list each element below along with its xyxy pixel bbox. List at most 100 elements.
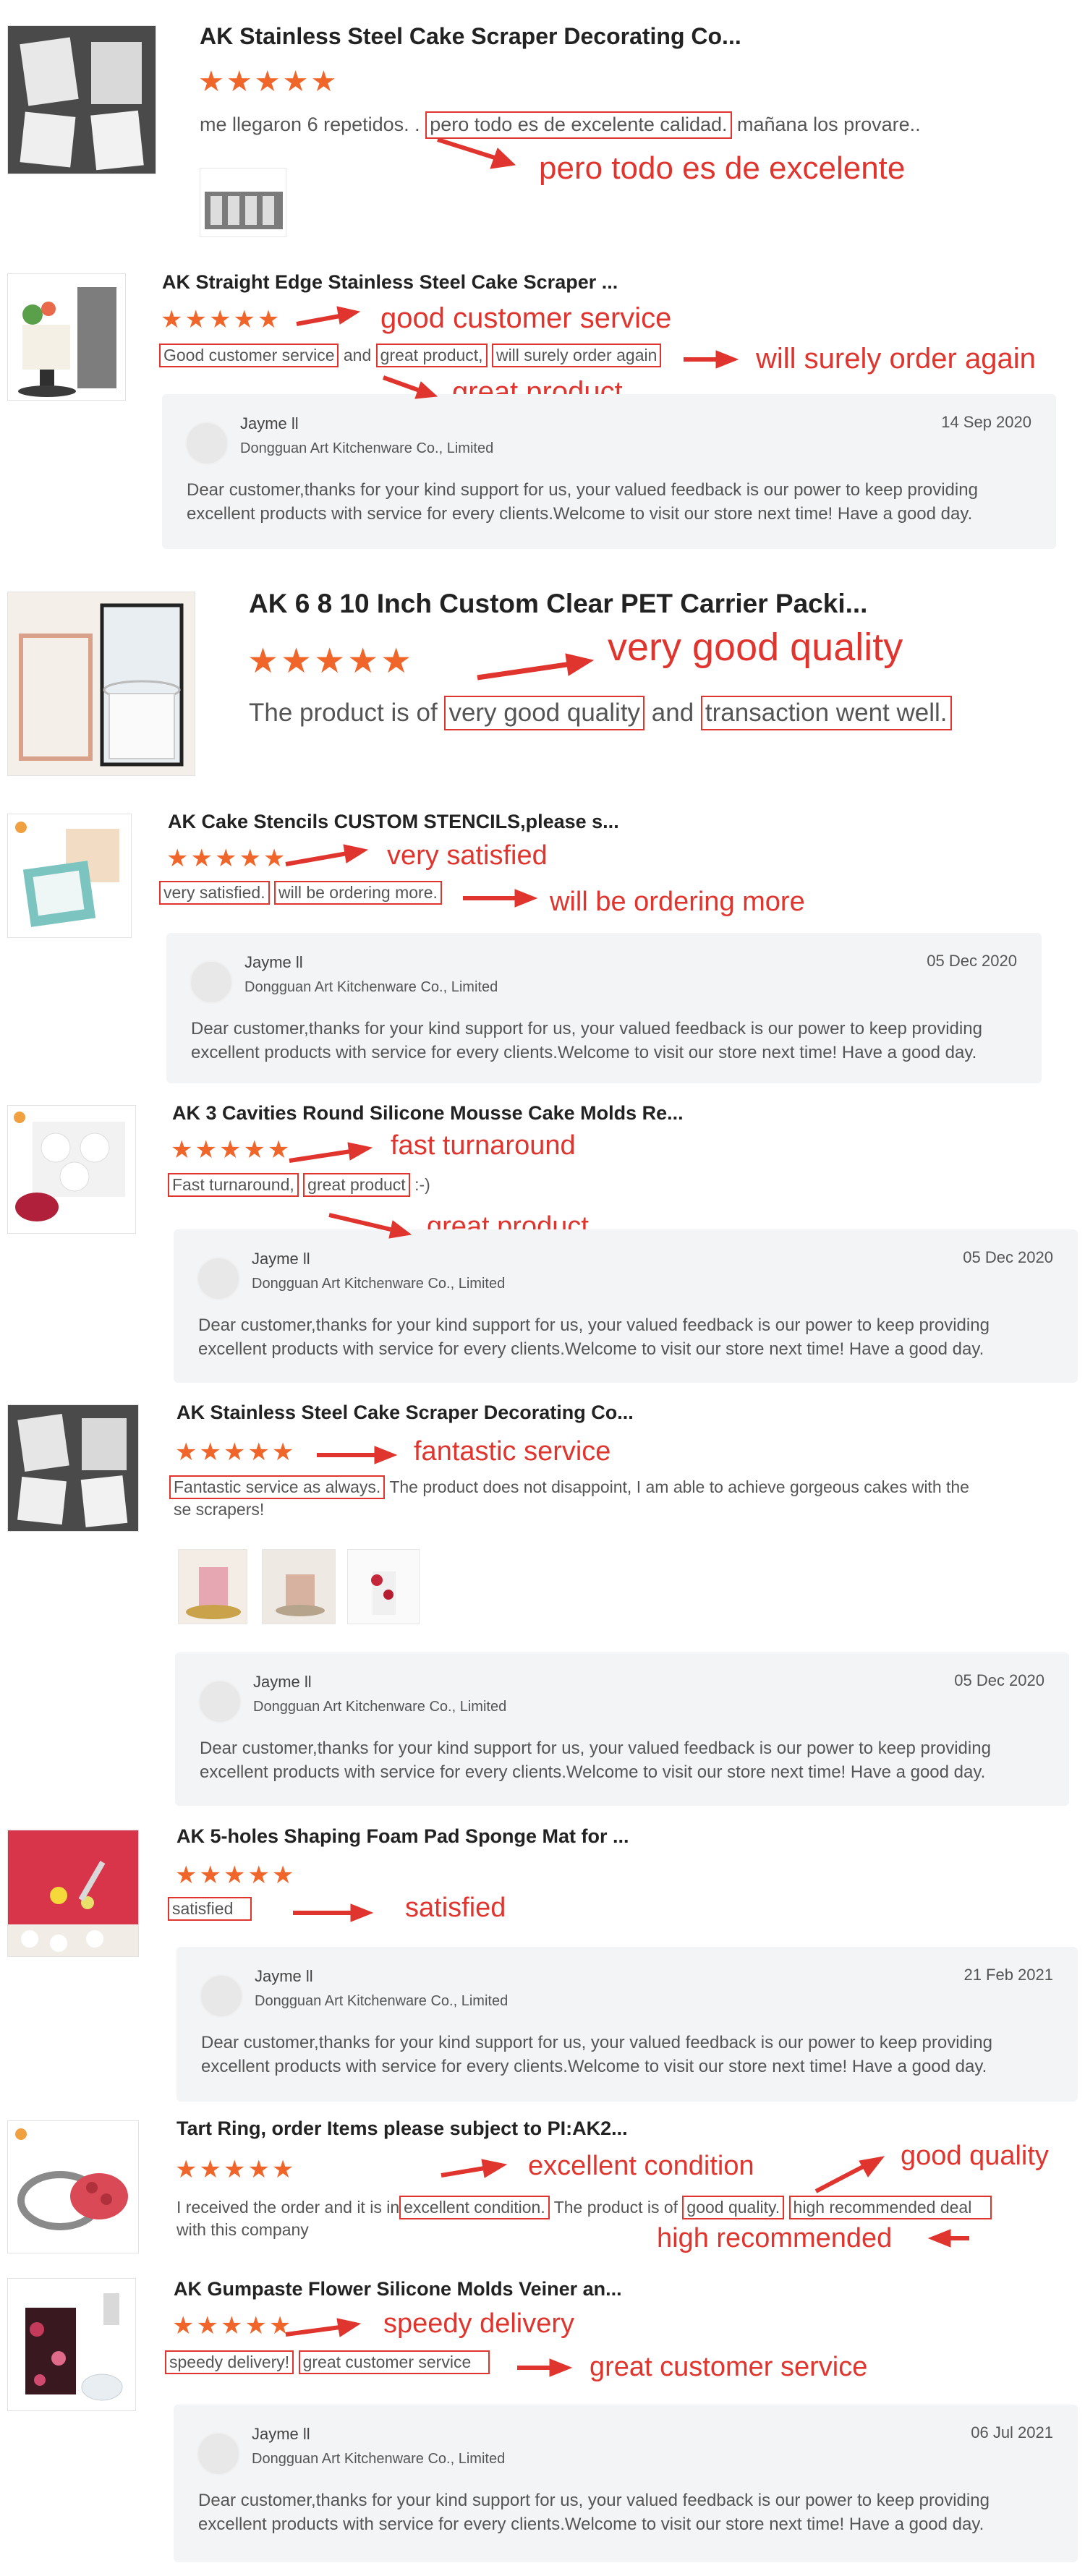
review-text-part: The product does not disappoint, I am ab… <box>389 1477 969 1496</box>
annotation-label: pero todo es de excelente <box>539 150 906 186</box>
product-thumbnail[interactable] <box>7 592 195 776</box>
review-photo[interactable] <box>262 1549 336 1624</box>
review-text: me llegaron 6 repetidos. . pero todo es … <box>200 111 921 139</box>
reply-date: 05 Dec 2020 <box>954 1671 1044 1689</box>
arrow-icon <box>477 653 595 681</box>
reply-text: Dear customer,thanks for your kind suppo… <box>198 1315 990 1359</box>
highlight-box: Fantastic service as always. <box>169 1475 386 1499</box>
foam-pad-image <box>8 1830 138 1956</box>
scraper-photo <box>200 169 286 236</box>
arrow-icon <box>285 844 369 866</box>
arrow-icon <box>296 306 361 326</box>
rating-stars: ★★★★★ <box>247 642 414 681</box>
reply-company: Dongguan Art Kitchenware Co., Limited <box>253 1699 507 1715</box>
review-text: satisfied <box>168 1897 252 1921</box>
reply-author: Jayme ll <box>240 414 299 432</box>
annotation-label: excellent condition <box>528 2151 754 2181</box>
highlight-box: excellent condition. <box>399 2196 550 2219</box>
review-text: Good customer service and great product,… <box>159 344 662 367</box>
rating-stars: ★★★★★ <box>198 66 339 98</box>
flower-mold-image <box>8 2279 135 2410</box>
avatar <box>197 1257 240 1300</box>
seller-reply: Jayme ll Dongguan Art Kitchenware Co., L… <box>176 1947 1078 2102</box>
avatar <box>198 1680 242 1723</box>
scraper-image <box>8 1405 138 1531</box>
annotation-label: high recommended <box>657 2223 893 2253</box>
review-product-title[interactable]: AK Straight Edge Stainless Steel Cake Sc… <box>162 271 618 294</box>
highlight-box: great customer service <box>298 2350 490 2374</box>
reply-author: Jayme ll <box>244 953 303 971</box>
arrow-icon <box>814 2156 885 2193</box>
product-thumbnail[interactable] <box>7 25 156 174</box>
product-thumbnail[interactable] <box>7 2278 136 2411</box>
avatar <box>197 2432 240 2475</box>
annotation-label: will be ordering more <box>550 887 805 917</box>
product-thumbnail[interactable] <box>7 1830 139 1957</box>
annotation-label: very satisfied <box>387 840 548 871</box>
review-text-part: I received the order and it is in <box>176 2198 400 2217</box>
review-product-title[interactable]: AK 5-holes Shaping Foam Pad Sponge Mat f… <box>176 1825 629 1848</box>
review-text-part: The product is of <box>249 699 438 727</box>
review-text: Fast turnaround, great product :-) <box>168 1173 430 1197</box>
highlight-box: speedy delivery! <box>165 2350 294 2374</box>
review-text: very satisfied. will be ordering more. <box>159 881 442 905</box>
product-thumbnail[interactable] <box>7 1404 139 1532</box>
product-thumbnail[interactable] <box>7 2120 139 2253</box>
rating-stars: ★★★★★ <box>175 1438 297 1466</box>
review-photo[interactable] <box>347 1549 420 1624</box>
reply-text: Dear customer,thanks for your kind suppo… <box>187 480 978 524</box>
review-text-part: me llegaron 6 repetidos. . <box>200 114 420 135</box>
reply-text: Dear customer,thanks for your kind suppo… <box>201 2033 992 2076</box>
review-text-continued: with this company <box>176 2220 309 2239</box>
annotation-label: fantastic service <box>414 1436 611 1467</box>
highlight-box: pero todo es de excelente calidad. <box>425 111 732 139</box>
reply-author: Jayme ll <box>252 1250 310 1268</box>
reply-text: Dear customer,thanks for your kind suppo… <box>191 1019 982 1062</box>
reply-company: Dongguan Art Kitchenware Co., Limited <box>252 1276 506 1292</box>
reply-text: Dear customer,thanks for your kind suppo… <box>198 2491 990 2534</box>
reply-date: 05 Dec 2020 <box>963 1248 1053 1266</box>
reply-author: Jayme ll <box>252 2425 310 2443</box>
cake-stand-image <box>8 274 125 400</box>
annotation-label: satisfied <box>405 1893 506 1923</box>
rating-stars: ★★★★★ <box>161 306 282 333</box>
annotation-label: good customer service <box>380 302 672 334</box>
highlight-box: great product, <box>375 344 488 367</box>
rating-stars: ★★★★★ <box>171 1136 292 1164</box>
mousse-mold-image <box>8 1106 135 1233</box>
rating-stars: ★★★★★ <box>166 845 288 872</box>
review-product-title[interactable]: AK 6 8 10 Inch Custom Clear PET Carrier … <box>249 589 867 619</box>
review-text-part: and <box>343 346 372 364</box>
reply-date: 21 Feb 2021 <box>963 1966 1053 1984</box>
review-text: I received the order and it is in excelle… <box>176 2196 992 2219</box>
highlight-box: will be ordering more. <box>274 881 442 905</box>
annotation-label: very good quality <box>608 626 903 669</box>
review-product-title[interactable]: AK Stainless Steel Cake Scraper Decorati… <box>200 23 741 50</box>
review-product-title[interactable]: AK Stainless Steel Cake Scraper Decorati… <box>176 1402 634 1424</box>
product-thumbnail[interactable] <box>7 273 126 401</box>
seller-reply: Jayme ll Dongguan Art Kitchenware Co., L… <box>174 1229 1078 1383</box>
reply-author: Jayme ll <box>255 1967 313 1985</box>
review-photo[interactable] <box>178 1549 247 1624</box>
review-text-part: and <box>651 699 694 727</box>
highlight-box: satisfied <box>168 1897 252 1921</box>
product-thumbnail[interactable] <box>7 1105 136 1234</box>
arrow-icon <box>289 1142 373 1163</box>
review-product-title[interactable]: AK 3 Cavities Round Silicone Mousse Cake… <box>172 1102 684 1125</box>
highlight-box: great product <box>303 1173 410 1197</box>
reply-date: 06 Jul 2021 <box>971 2423 1053 2441</box>
review-product-title[interactable]: Tart Ring, order Items please subject to… <box>176 2117 628 2140</box>
review-product-title[interactable]: AK Gumpaste Flower Silicone Molds Veiner… <box>174 2278 622 2300</box>
cake-photo <box>179 1550 247 1624</box>
seller-reply: Jayme ll Dongguan Art Kitchenware Co., L… <box>162 394 1056 549</box>
highlight-box: very good quality <box>444 696 645 730</box>
product-thumbnail[interactable] <box>7 814 132 938</box>
arrow-icon <box>684 350 739 369</box>
review-text: The product is of very good quality and … <box>249 696 952 730</box>
review-photo[interactable] <box>200 168 286 237</box>
review-product-title[interactable]: AK Cake Stencils CUSTOM STENCILS,please … <box>168 811 619 833</box>
reply-company: Dongguan Art Kitchenware Co., Limited <box>240 440 494 456</box>
reply-text: Dear customer,thanks for your kind suppo… <box>200 1739 991 1782</box>
highlight-box: transaction went well. <box>700 696 952 730</box>
seller-reply: Jayme ll Dongguan Art Kitchenware Co., L… <box>174 2405 1078 2562</box>
